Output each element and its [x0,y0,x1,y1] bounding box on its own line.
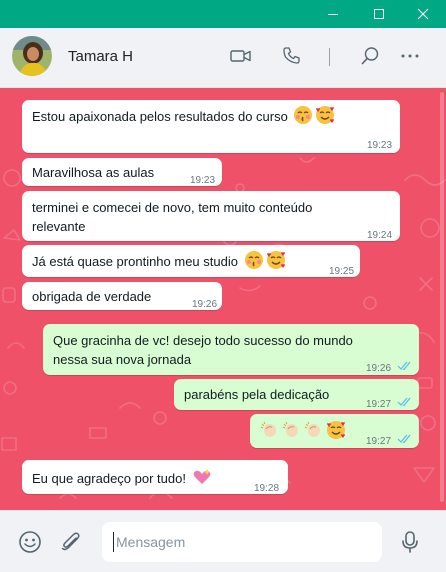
microphone-icon [402,531,418,553]
chat-scrollbar[interactable] [440,92,444,502]
message-outgoing[interactable]: Que gracinha de vc! desejo todo sucesso … [43,324,419,375]
attach-icon [61,532,80,551]
clapping-hands-emoji [282,421,298,437]
message-incoming[interactable]: obrigada de verdade 19:26 [22,282,222,310]
text-cursor [113,532,114,552]
message-text: Maravilhosa as aulas [32,165,155,180]
smiling-face-with-hearts-emoji [327,421,345,439]
message-text: obrigada de verdade [32,289,152,304]
smiling-face-with-hearts-emoji [266,251,285,269]
smiling-face-with-hearts-emoji [316,106,335,124]
voice-message-button[interactable] [396,528,424,556]
clapping-hands-emoji [304,421,320,437]
chat-header: Tamara H [0,28,446,88]
more-options-icon [401,54,419,58]
attach-button[interactable] [57,528,85,556]
message-outgoing[interactable]: parabéns pela dedicação 19:27 [174,379,419,410]
video-call-icon [230,50,251,62]
message-time: 19:26 [192,299,218,310]
voice-call-button[interactable] [277,42,305,70]
message-incoming[interactable]: Já está quase prontinho meu studio 19:25 [22,245,360,277]
more-options-button[interactable] [396,42,424,70]
message-list[interactable]: Estou apaixonada pelos resultados do cur… [0,88,446,510]
minimize-button[interactable] [310,0,356,28]
kissing-face-emoji [294,106,313,124]
header-divider [329,48,330,66]
message-outgoing[interactable]: 19:27 [250,414,419,448]
contact-name[interactable]: Tamara H [68,48,133,65]
message-time: 19:28 [254,483,280,494]
message-text-line: relevante [32,219,86,234]
emoji-button[interactable] [16,528,44,556]
message-time: 19:24 [367,230,393,241]
message-incoming[interactable]: Estou apaixonada pelos resultados do cur… [22,100,400,153]
maximize-icon [374,9,384,19]
message-text: Estou apaixonada pelos resultados do cur… [32,109,288,124]
message-time: 19:26 [366,363,392,374]
emoji-icon [19,531,41,553]
read-receipt-icon [397,361,411,371]
message-text-line: nessa sua nova jornada [53,352,192,367]
message-text: Já está quase prontinho meu studio [32,254,238,269]
message-time: 19:23 [367,140,393,151]
clapping-hands-emoji [260,421,276,437]
message-incoming[interactable]: terminei e comecei de novo, tem muito co… [22,191,400,241]
video-call-button[interactable] [227,42,255,70]
window-titlebar [0,0,446,28]
read-receipt-icon [397,397,411,407]
message-time: 19:27 [366,399,392,410]
message-text: parabéns pela dedicação [184,387,330,402]
search-icon [361,47,379,65]
read-receipt-icon [397,434,411,444]
avatar-image [12,36,52,76]
search-button[interactable] [356,42,384,70]
message-incoming[interactable]: Maravilhosa as aulas 19:23 [22,158,222,186]
message-input[interactable] [102,522,382,562]
contact-avatar[interactable] [12,36,52,76]
message-time: 19:23 [190,175,216,186]
kissing-face-emoji [244,251,263,269]
message-incoming[interactable]: Eu que agradeço por tudo! 19:28 [22,460,288,494]
message-text: Eu que agradeço por tudo! [32,471,186,486]
message-time: 19:27 [366,436,392,447]
close-button[interactable] [400,0,446,28]
minimize-icon [328,14,338,15]
maximize-button[interactable] [356,0,402,28]
message-time: 19:25 [329,266,355,277]
composer-bar [0,510,446,572]
message-text-line: terminei e comecei de novo, tem muito co… [32,200,313,215]
voice-call-icon [283,47,300,64]
sparkling-heart-emoji [193,469,210,484]
message-text-line: Que gracinha de vc! desejo todo sucesso … [53,333,353,348]
close-icon [417,8,429,20]
